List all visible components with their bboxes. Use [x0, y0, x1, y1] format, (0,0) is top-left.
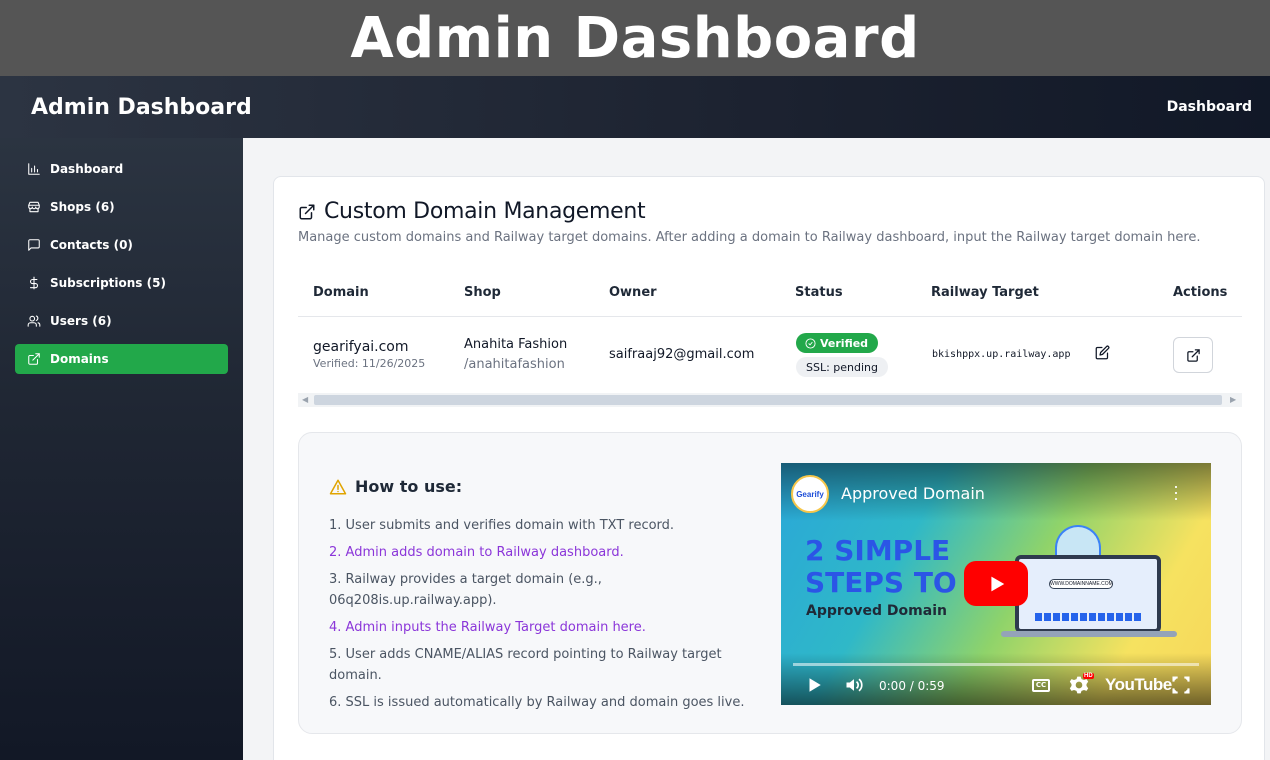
video-title[interactable]: Approved Domain [841, 484, 985, 503]
sidebar: Dashboard Shops (6) Contacts (0) Subscri… [0, 138, 243, 760]
external-link-icon [299, 204, 315, 219]
video-progress-bar[interactable] [793, 663, 1199, 666]
video-time: 0:00 / 0:59 [879, 679, 945, 693]
card-subtitle: Manage custom domains and Railway target… [298, 230, 1201, 245]
how-to-title-text: How to use: [355, 477, 463, 496]
shop-name: Anahita Fashion [464, 337, 568, 352]
thumbnail-headline-2: STEPS TO [805, 566, 957, 599]
external-link-icon [1186, 348, 1200, 362]
table-header: Domain Shop Owner Status Railway Target … [298, 269, 1242, 317]
step-item-highlight: 2. Admin adds domain to Railway dashboar… [329, 545, 624, 560]
sidebar-item-label: Shops (6) [50, 200, 115, 214]
domain-management-card: Custom Domain Management Manage custom d… [273, 176, 1265, 760]
step-item: 3. Railway provides a target domain (e.g… [329, 572, 602, 608]
hd-badge: HD [1083, 673, 1094, 679]
open-domain-button[interactable] [1173, 337, 1213, 373]
warning-icon [329, 479, 347, 494]
youtube-logo[interactable]: YouTube [1105, 675, 1172, 695]
external-link-icon [26, 351, 42, 367]
ssl-badge: SSL: pending [796, 357, 889, 377]
store-icon [26, 199, 42, 215]
main-content: Custom Domain Management Manage custom d… [243, 138, 1270, 760]
channel-avatar[interactable]: Gearify [791, 475, 829, 513]
step-item: 5. User adds CNAME/ALIAS record pointing… [329, 647, 722, 683]
railway-target-value: bkishppx.up.railway.app [932, 349, 1071, 360]
column-header-actions: Actions [1173, 285, 1228, 300]
sidebar-item-label: Dashboard [50, 162, 124, 176]
bar-chart-icon [26, 161, 42, 177]
scroll-right-arrow-icon[interactable]: ▶ [1230, 395, 1236, 404]
more-options-icon[interactable]: · · · [1173, 477, 1179, 507]
thumbnail-headline-1: 2 SIMPLE [805, 534, 951, 567]
horizontal-scrollbar[interactable]: ◀ ▶ [298, 393, 1242, 407]
step-item: 1. User submits and verifies domain with… [329, 518, 675, 533]
step-item: 6. SSL is issued automatically by Railwa… [329, 695, 745, 710]
play-icon [991, 576, 1005, 591]
scroll-left-arrow-icon[interactable]: ◀ [302, 395, 308, 404]
owner-email: saifraaj92@gmail.com [609, 347, 755, 362]
sidebar-item-label: Domains [50, 352, 109, 366]
banner-title: Admin Dashboard [350, 5, 920, 71]
edit-target-button[interactable] [1095, 345, 1111, 361]
volume-icon[interactable] [843, 675, 865, 699]
column-header-shop: Shop [464, 285, 501, 300]
scrollbar-thumb[interactable] [314, 395, 1222, 405]
status-badge: Verified [796, 333, 879, 353]
domains-table: Domain Shop Owner Status Railway Target … [298, 269, 1242, 395]
column-header-owner: Owner [609, 285, 657, 300]
laptop-illustration: WWW.DOMAINNAME.COM [1015, 555, 1161, 633]
topbar-dashboard-link[interactable]: Dashboard [1167, 99, 1252, 115]
fullscreen-icon[interactable] [1171, 675, 1191, 699]
column-header-status: Status [795, 285, 843, 300]
play-button[interactable] [964, 561, 1028, 606]
dollar-icon [26, 275, 42, 291]
youtube-video-embed[interactable]: Gearify Approved Domain · · · 2 SIMPLE STE… [781, 463, 1211, 705]
captions-icon[interactable]: CC [1032, 679, 1050, 692]
sidebar-item-shops[interactable]: Shops (6) [15, 192, 228, 222]
banner: Admin Dashboard [0, 0, 1270, 76]
edit-icon [1095, 345, 1110, 360]
app-brand[interactable]: Admin Dashboard [31, 95, 252, 120]
top-navbar: Admin Dashboard Dashboard [0, 76, 1270, 138]
laptop-keys [1035, 613, 1143, 621]
message-square-icon [26, 237, 42, 253]
sidebar-item-users[interactable]: Users (6) [15, 306, 228, 336]
sidebar-item-contacts[interactable]: Contacts (0) [15, 230, 228, 260]
sidebar-item-label: Contacts (0) [50, 238, 133, 252]
card-title: Custom Domain Management [324, 199, 646, 224]
users-icon [26, 313, 42, 329]
domain-name: gearifyai.com [313, 339, 409, 355]
sidebar-item-label: Subscriptions (5) [50, 276, 166, 290]
how-to-title: How to use: [329, 477, 462, 496]
sidebar-item-subscriptions[interactable]: Subscriptions (5) [15, 268, 228, 298]
play-small-icon[interactable] [805, 675, 823, 699]
how-to-use-panel: How to use: 1. User submits and verifies… [298, 432, 1242, 734]
step-item-highlight: 4. Admin inputs the Railway Target domai… [329, 620, 646, 635]
sidebar-item-label: Users (6) [50, 314, 112, 328]
thumbnail-subheadline: Approved Domain [806, 603, 947, 619]
shop-slug: /anahitafashion [464, 357, 565, 372]
laptop-base [1001, 631, 1177, 637]
status-text: Verified [820, 336, 869, 350]
channel-name: Gearify [796, 489, 824, 499]
card-header: Custom Domain Management [298, 199, 646, 224]
column-header-railway-target: Railway Target [931, 285, 1039, 300]
laptop-url-bar: WWW.DOMAINNAME.COM [1049, 579, 1113, 589]
sidebar-item-domains[interactable]: Domains [15, 344, 228, 374]
sidebar-item-dashboard[interactable]: Dashboard [15, 154, 228, 184]
table-row: gearifyai.com Verified: 11/26/2025 Anahi… [298, 317, 1242, 395]
check-circle-icon [805, 337, 816, 349]
steps-list: 1. User submits and verifies domain with… [329, 515, 769, 719]
column-header-domain: Domain [313, 285, 369, 300]
domain-verified-date: Verified: 11/26/2025 [313, 357, 426, 370]
